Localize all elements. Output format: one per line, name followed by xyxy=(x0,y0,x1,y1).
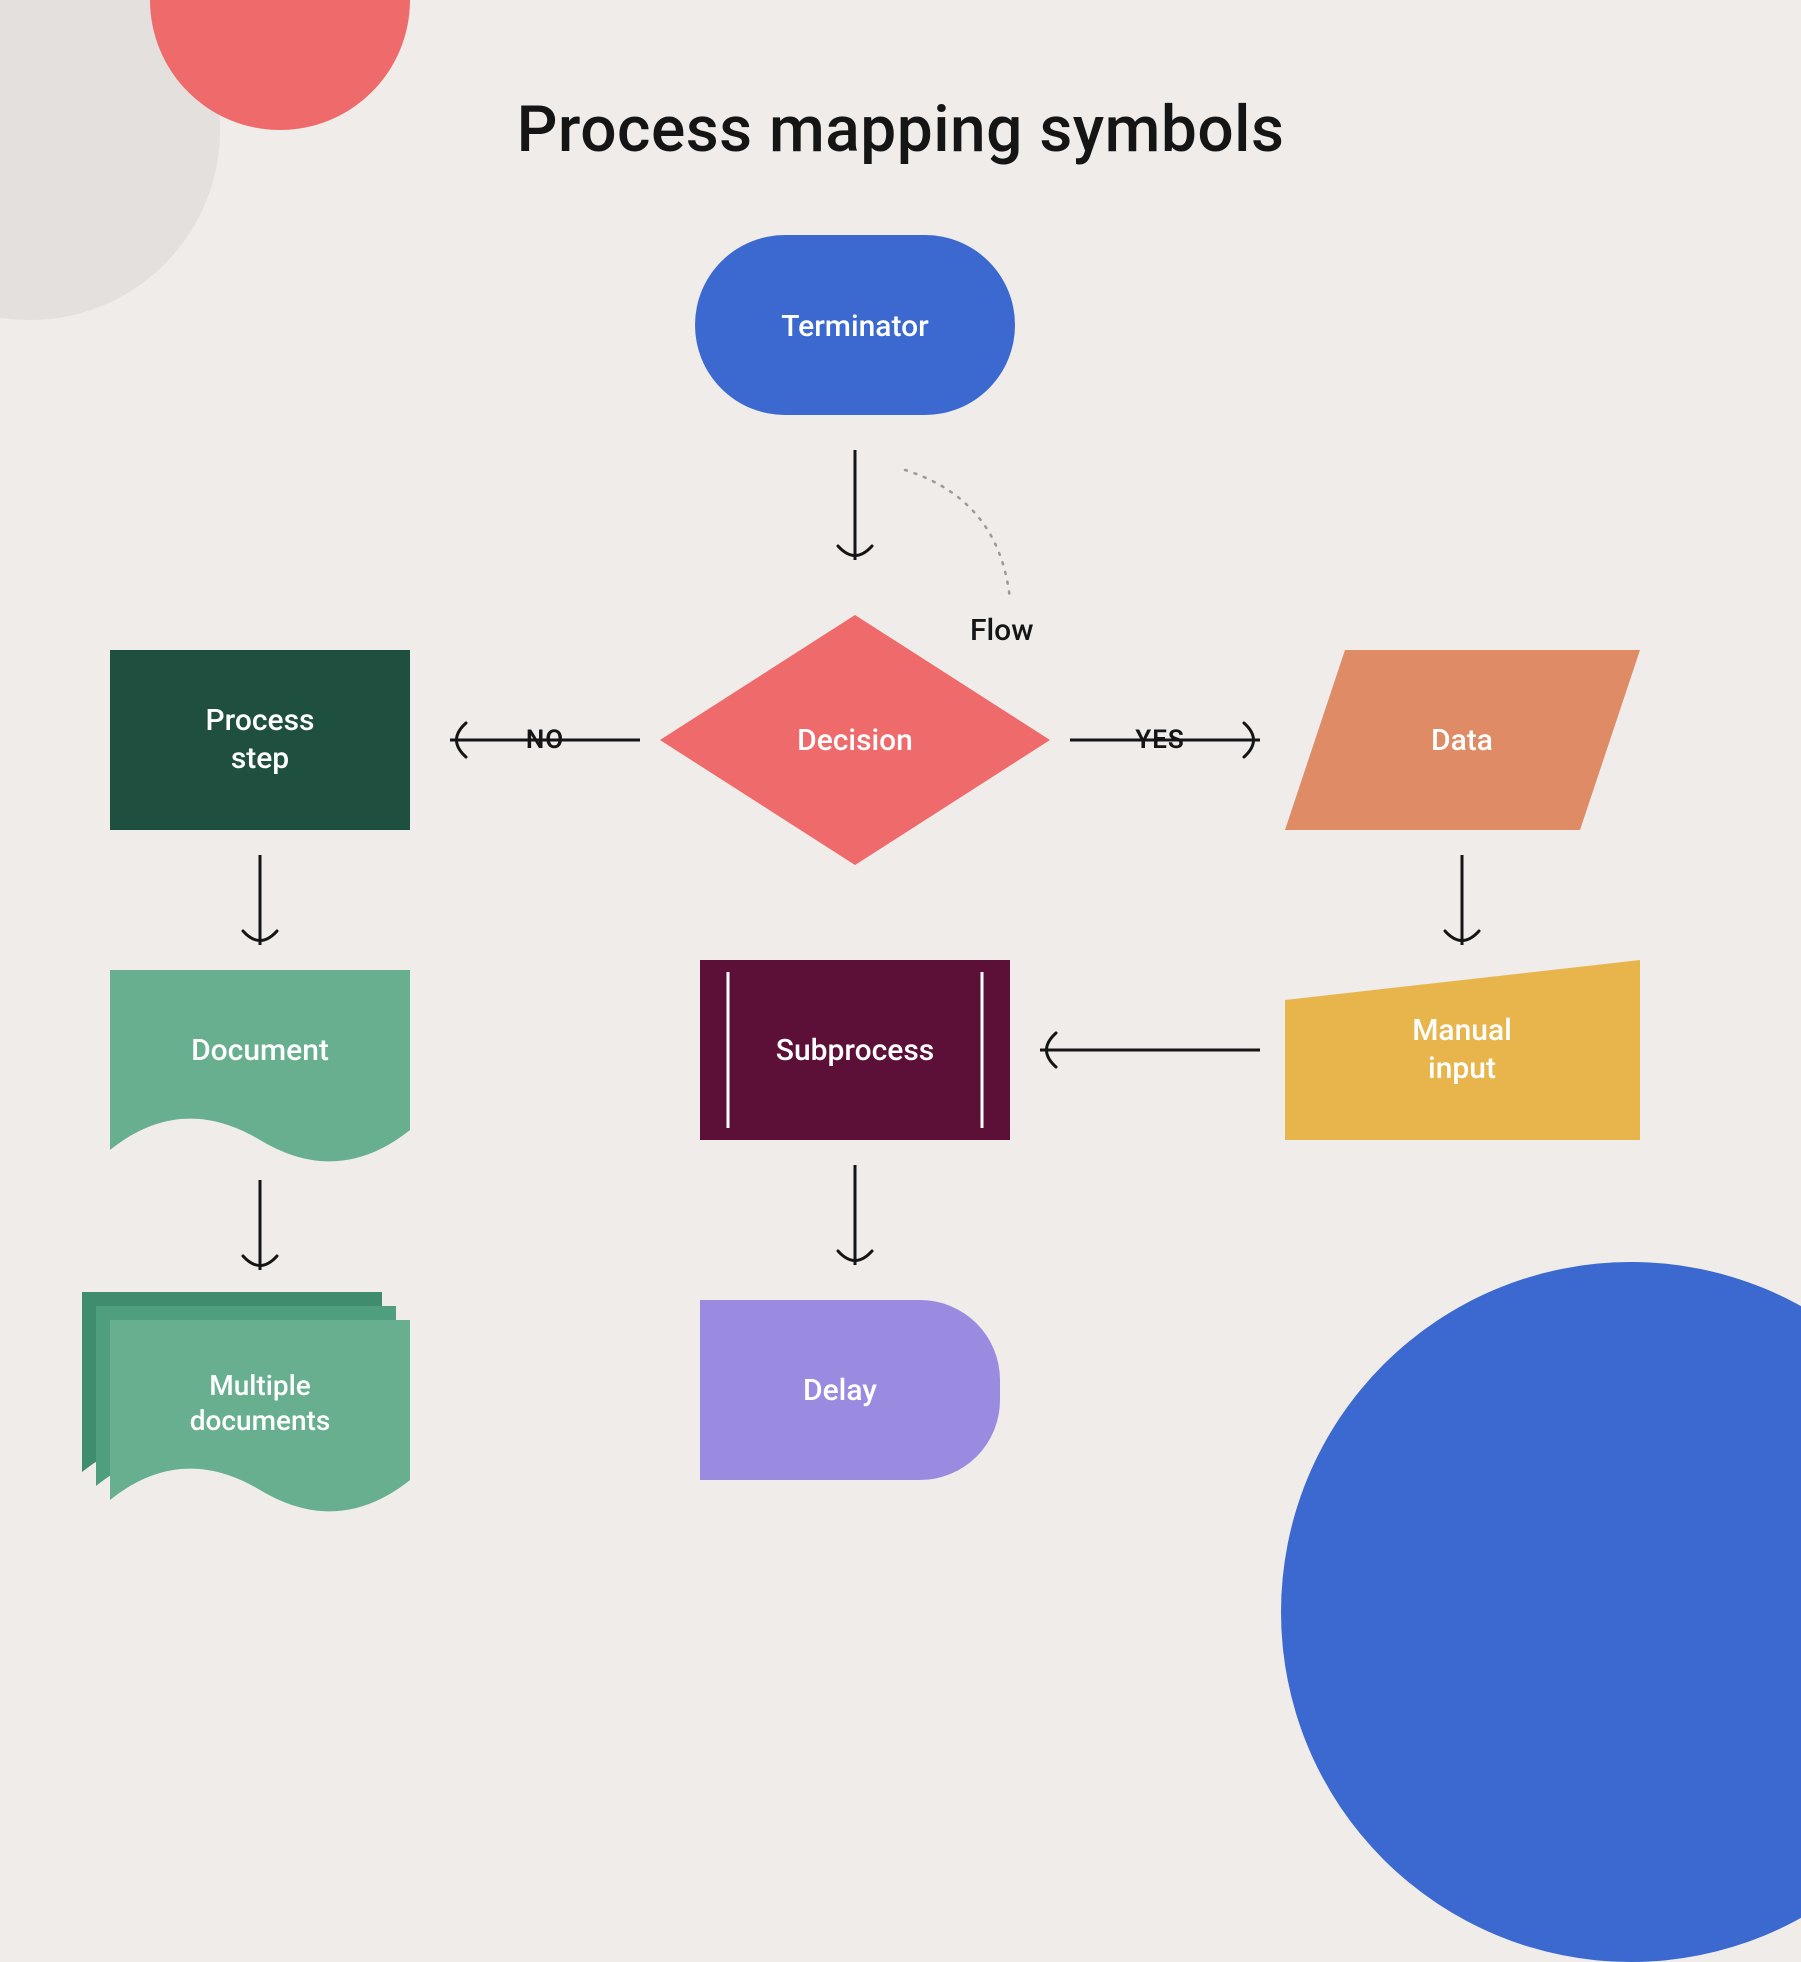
arrow-subprocess-delay xyxy=(838,1165,872,1265)
edge-no-label: NO xyxy=(526,725,564,755)
arrow-data-manual xyxy=(1445,855,1479,945)
shape-decision: Decision xyxy=(660,615,1050,865)
shape-manual-input: Manual input xyxy=(1285,960,1640,1140)
shape-delay: Delay xyxy=(700,1300,1000,1480)
decision-label: Decision xyxy=(797,723,913,758)
process-step-label-1: Process xyxy=(205,703,314,738)
terminator-label: Terminator xyxy=(781,309,929,344)
flow-dotted-line xyxy=(905,470,1010,600)
subprocess-label: Subprocess xyxy=(776,1033,934,1068)
arrow-decision-no: NO xyxy=(450,723,640,757)
delay-label: Delay xyxy=(803,1373,877,1408)
shape-terminator: Terminator xyxy=(695,235,1015,415)
arrow-decision-yes: YES xyxy=(1070,723,1260,757)
data-label: Data xyxy=(1431,723,1493,758)
arrow-document-multiple xyxy=(243,1180,277,1270)
arrow-process-document xyxy=(243,855,277,945)
shape-subprocess: Subprocess xyxy=(700,960,1010,1140)
manual-input-label-1: Manual xyxy=(1412,1013,1512,1048)
arrow-manual-subprocess xyxy=(1040,1033,1260,1067)
document-label: Document xyxy=(191,1033,329,1068)
shape-document: Document xyxy=(110,970,410,1161)
arrow-terminator-decision xyxy=(838,450,872,560)
edge-yes-label: YES xyxy=(1135,725,1185,755)
multiple-documents-label-2: documents xyxy=(190,1404,331,1437)
shape-data: Data xyxy=(1285,650,1640,830)
flow-label: Flow xyxy=(970,613,1033,648)
manual-input-label-2: input xyxy=(1428,1051,1496,1086)
diagram-canvas: Terminator Decision Process step Data Do… xyxy=(0,0,1801,1582)
shape-process-step: Process step xyxy=(110,650,410,830)
shape-multiple-documents: Multiple documents xyxy=(82,1292,410,1511)
multiple-documents-label-1: Multiple xyxy=(209,1369,311,1402)
process-step-label-2: step xyxy=(231,741,289,776)
